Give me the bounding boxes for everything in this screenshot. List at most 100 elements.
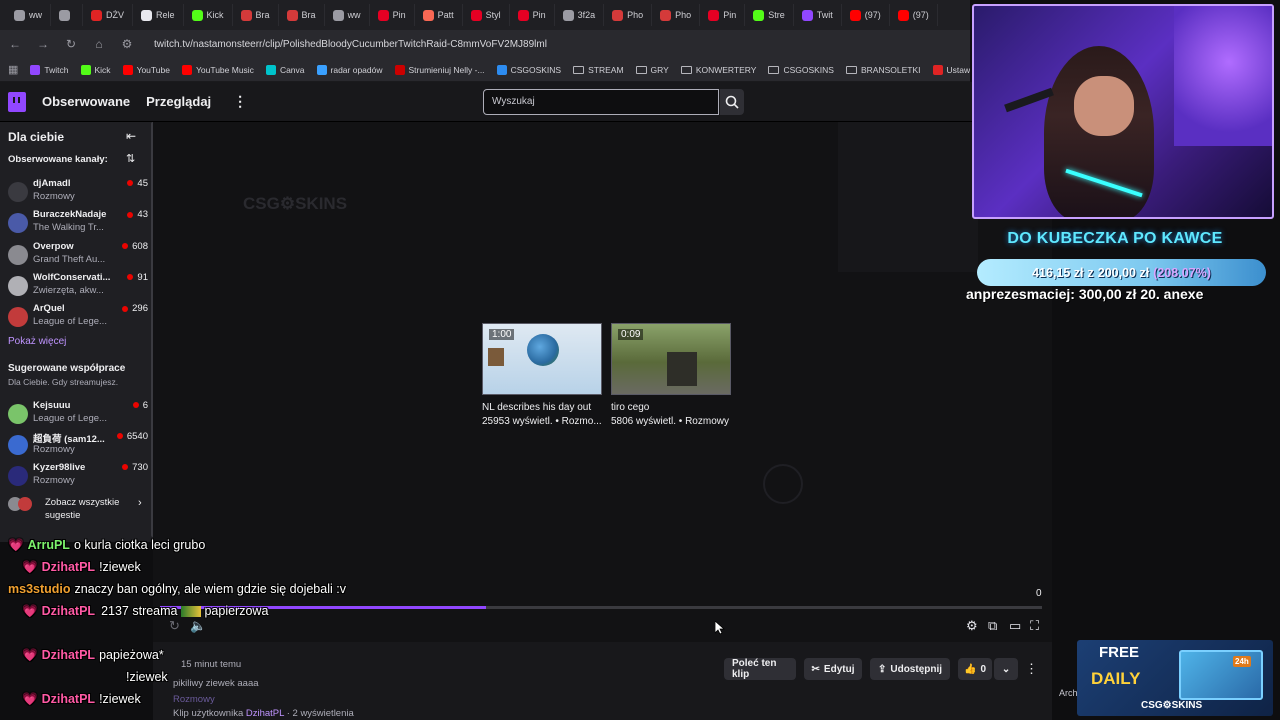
sidebar-channel[interactable]: Kejsuuu League of Lege... 6 [8, 400, 148, 430]
chat-username: DzihatPL [41, 648, 96, 662]
sidebar-channel[interactable]: WolfConservati... Zwierzęta, akw... 91 [8, 272, 148, 302]
fullscreen-icon[interactable]: ⛶ [1030, 618, 1039, 634]
progress-bar[interactable] [160, 606, 1042, 609]
browser-tab[interactable]: ww [325, 4, 370, 26]
chat-text: 2137 streama [101, 604, 178, 618]
chat-message: 💗 ArruPL o kurla ciotka leci grubo [8, 538, 205, 553]
browser-tab[interactable]: (97) [890, 4, 938, 26]
sidebar-channel[interactable]: djAmadl Rozmowy 45 [8, 178, 148, 208]
bookmark-item[interactable]: Ustawienia strumien... [932, 64, 970, 75]
avatar [8, 466, 28, 486]
viewer-count: 43 [127, 209, 148, 220]
sidebar-channel[interactable]: BuraczekNadaje The Walking Tr... 43 [8, 209, 148, 239]
sidebar-channel[interactable]: 超負荷 (sam12... Rozmowy 6540 [8, 431, 148, 461]
scissors-icon: ✂ [811, 663, 820, 675]
sidebar-channel[interactable]: ArQuel League of Lege... 296 [8, 303, 148, 333]
bookmark-folder[interactable]: BRANSOLETKI [845, 65, 921, 75]
browser-tab[interactable]: Pin [370, 4, 415, 26]
bookmark-label: Ustawienia strumien... [946, 64, 970, 75]
bookmark-item[interactable]: Kick [80, 64, 111, 75]
replay-icon[interactable]: ↻ [169, 618, 180, 634]
browser-tab[interactable]: Pin [510, 4, 555, 26]
browser-tab[interactable]: Rele [133, 4, 184, 26]
home-icon[interactable]: ⌂ [92, 37, 106, 51]
sidebar-channel[interactable]: Overpow Grand Theft Au... 608 [8, 241, 148, 271]
settings-gear-icon[interactable]: ⚙ [966, 618, 978, 634]
theatre-mode-icon[interactable]: ▭ [1009, 618, 1021, 634]
like-button[interactable]: 👍 0 [958, 658, 992, 680]
cast-icon[interactable]: ⧉ [988, 618, 997, 634]
viewer-count: 296 [122, 303, 148, 314]
volume-icon[interactable]: 🔈 [190, 618, 206, 634]
collapse-sidebar-icon[interactable]: ⇤ [126, 129, 136, 143]
bookmark-favicon-icon [265, 64, 276, 75]
clip-card[interactable]: 0:09 tiro cego 5806 wyświetl. • Rozmowy [611, 323, 731, 427]
see-all-suggestions[interactable]: Zobacz wszystkie sugestie › [8, 495, 148, 525]
clip-player-area: CSG⚙SKINS [153, 122, 1052, 642]
bookmark-folder[interactable]: STREAM [573, 65, 624, 75]
bookmark-item[interactable]: CSGOSKINS [496, 64, 561, 75]
more-menu-icon[interactable]: ⋮ [233, 93, 247, 110]
browser-tab[interactable]: Patt [415, 4, 463, 26]
clip-author-link[interactable]: DzihatPL [246, 708, 284, 719]
bookmark-item[interactable]: Twitch [30, 64, 69, 75]
csgoskins-ad[interactable]: FREE DAILY 24h CSG⚙SKINS [1077, 640, 1273, 716]
apps-grid-icon[interactable]: ▦ [8, 63, 18, 76]
dislike-dropdown[interactable]: ⌄ [994, 658, 1018, 680]
goal-percent: (208.07%) [1153, 265, 1211, 280]
browser-tab[interactable]: Styl [463, 4, 510, 26]
goal-target: 200,00 zł [1097, 265, 1150, 280]
more-options-icon[interactable]: ⋮ [1025, 661, 1038, 677]
sidebar-channel[interactable]: Kyzer98live Rozmowy 730 [8, 462, 148, 492]
folder-icon [768, 65, 780, 74]
bookmark-item[interactable]: radar opadów [316, 64, 383, 75]
back-icon[interactable]: ← [8, 37, 22, 51]
chat-username: ms3studio [8, 582, 71, 596]
browser-tab[interactable]: Pho [604, 4, 653, 26]
browser-tab[interactable]: DŻV [83, 4, 133, 26]
search-input[interactable]: Wyszukaj [483, 89, 719, 115]
bookmark-item[interactable]: YouTube Music [181, 64, 254, 75]
clip-info-bar: 15 minut temu pikiliwy ziewek aaaa Rozmo… [153, 642, 1052, 720]
browser-tab[interactable]: Stre [745, 4, 794, 26]
browser-tab[interactable] [51, 4, 83, 26]
browser-tab[interactable]: 3f2a [555, 4, 605, 26]
search-button[interactable] [720, 89, 744, 115]
browser-tab[interactable]: Twit [794, 4, 842, 26]
recommend-clip-button[interactable]: Poleć ten klip [724, 658, 796, 680]
edit-button[interactable]: ✂ Edytuj [804, 658, 862, 680]
twitch-logo-icon[interactable] [8, 91, 26, 112]
nav-browse[interactable]: Przeglądaj [146, 94, 211, 109]
edit-label: Edytuj [823, 663, 855, 675]
sort-icon[interactable]: ⇅ [126, 152, 135, 165]
bookmark-label: radar opadów [330, 64, 383, 75]
reload-icon[interactable]: ↻ [64, 37, 78, 51]
bookmark-folder[interactable]: CSGOSKINS [768, 65, 834, 75]
chat-username: ArruPL [27, 538, 70, 552]
share-button[interactable]: ⇪ Udostępnij [870, 658, 950, 680]
tab-label: ww [29, 10, 42, 20]
clip-card[interactable]: 1:00 NL describes his day out 25953 wyśw… [482, 323, 602, 427]
ad-line-1: FREE [1099, 644, 1140, 661]
browser-tab[interactable]: ww [6, 4, 51, 26]
bookmark-item[interactable]: Strumieniuj Nelly -... [394, 64, 485, 75]
browser-tab[interactable]: Kick [184, 4, 233, 26]
browser-tab[interactable]: (97) [842, 4, 890, 26]
nav-following[interactable]: Obserwowane [42, 94, 130, 109]
avatar [8, 307, 28, 328]
browser-tab[interactable]: Pin [700, 4, 746, 26]
heart-badge-icon: 💗 [8, 538, 24, 552]
browser-tab[interactable]: Bra [233, 4, 279, 26]
bookmark-folder[interactable]: KONWERTERY [680, 65, 756, 75]
browser-tab[interactable]: Bra [279, 4, 325, 26]
forward-icon[interactable]: → [36, 37, 50, 51]
clip-category[interactable]: Rozmowy [173, 694, 215, 705]
bookmark-folder[interactable]: GRY [635, 65, 669, 75]
site-info-icon[interactable]: ⚙ [120, 37, 134, 51]
tab-favicon-icon [660, 9, 672, 21]
address-bar[interactable]: twitch.tv/nastamonsteerr/clip/PolishedBl… [154, 39, 547, 50]
bookmark-item[interactable]: YouTube [122, 64, 170, 75]
bookmark-item[interactable]: Canva [265, 64, 305, 75]
show-more-link[interactable]: Pokaż więcej [8, 336, 66, 347]
browser-tab[interactable]: Pho [652, 4, 701, 26]
